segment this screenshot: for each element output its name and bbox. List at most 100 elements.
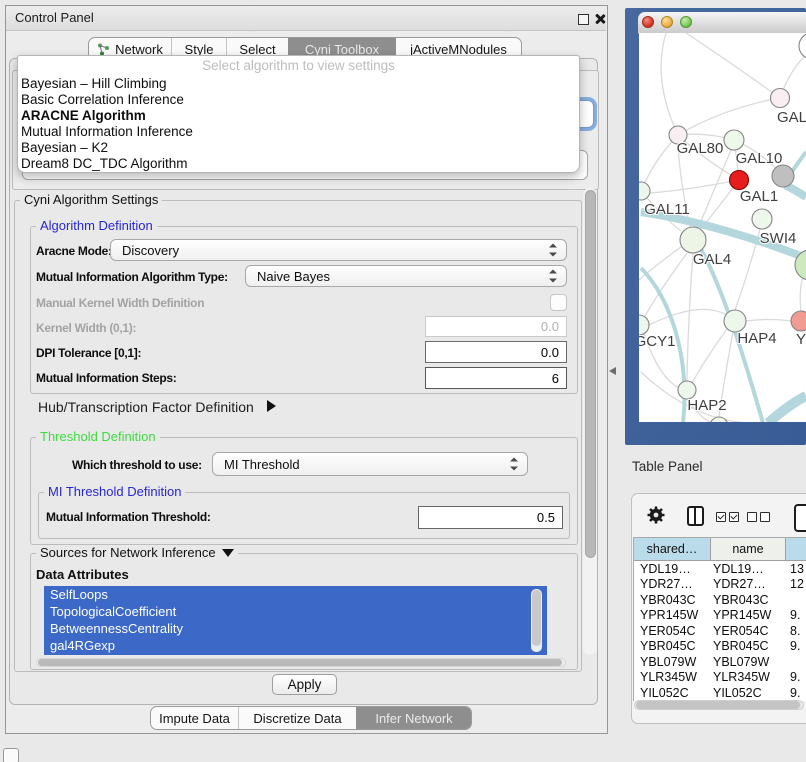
mac-minimize-light[interactable] xyxy=(661,16,673,28)
data-attributes-list[interactable]: SelfLoopsTopologicalCoefficientBetweenne… xyxy=(44,586,547,655)
column-browser-icon[interactable] xyxy=(687,506,704,526)
mi-steps-input[interactable]: 6 xyxy=(425,367,567,389)
which-threshold-value: MI Threshold xyxy=(224,453,300,475)
table-header-row: shared…nameA xyxy=(634,538,806,561)
mi-type-value: Naive Bayes xyxy=(257,266,330,286)
network-node[interactable] xyxy=(680,227,706,253)
apply-button[interactable]: Apply xyxy=(272,674,337,695)
select-all-columns-icon[interactable] xyxy=(716,512,742,522)
network-node[interactable] xyxy=(772,165,794,187)
bottom-tab-bar: Impute DataDiscretize DataInfer Network xyxy=(150,706,472,730)
network-node-label: GAL xyxy=(777,109,806,126)
sources-hscrollbar-thumb[interactable] xyxy=(38,659,562,666)
sources-group-label[interactable]: Sources for Network Inference xyxy=(36,546,238,559)
float-window-icon[interactable] xyxy=(578,14,589,25)
network-edge[interactable] xyxy=(661,33,678,135)
table-column-header[interactable]: shared… xyxy=(634,538,711,560)
table-column-header[interactable]: A xyxy=(786,538,806,560)
app-root: Control Panel NetworkStyleSelectCyni Too… xyxy=(0,0,806,762)
dropdown-item[interactable]: Dream8 DC_TDC Algorithm xyxy=(18,156,579,172)
table-row[interactable]: YIL052CYIL052C9. xyxy=(634,685,806,701)
mi-type-combo[interactable]: Naive Bayes xyxy=(245,265,567,287)
kernel-width-input[interactable]: 0.0 xyxy=(425,316,567,337)
table-cell: YBR045C xyxy=(634,639,711,653)
network-edge[interactable] xyxy=(746,320,791,322)
network-node[interactable] xyxy=(710,417,728,422)
sources-collapse-arrow-icon[interactable] xyxy=(222,549,234,557)
network-node[interactable] xyxy=(730,171,749,190)
network-node[interactable] xyxy=(639,182,650,200)
data-attribute-item[interactable]: SelfLoops xyxy=(44,586,547,603)
network-node[interactable] xyxy=(771,89,790,108)
network-edge[interactable] xyxy=(687,253,693,381)
which-threshold-label: Which threshold to use: xyxy=(72,458,202,472)
which-threshold-combo[interactable]: MI Threshold xyxy=(212,452,528,476)
new-column-icon[interactable] xyxy=(794,504,806,532)
close-icon[interactable] xyxy=(594,13,606,25)
threshold-definition-label: Threshold Definition xyxy=(36,430,160,443)
data-attribute-item[interactable]: TopologicalCoefficient xyxy=(44,603,547,620)
dropdown-item[interactable]: Bayesian – Hill Climbing xyxy=(18,76,579,92)
deselect-all-columns-icon[interactable] xyxy=(747,512,773,522)
mac-zoom-light[interactable] xyxy=(680,16,692,28)
table-panel-title: Table Panel xyxy=(632,459,703,474)
network-edge[interactable] xyxy=(650,180,739,193)
algorithm-definition-label: Algorithm Definition xyxy=(36,219,157,232)
network-node[interactable] xyxy=(791,311,806,331)
settings-scrollbar-thumb[interactable] xyxy=(585,190,596,558)
minimized-panel-icon[interactable] xyxy=(3,748,19,762)
network-canvas[interactable]: GALGAL80GAL10GAL1GAL11SWI4GAL4GCY1HAP4YH… xyxy=(639,33,806,422)
aracne-mode-combo[interactable]: Discovery xyxy=(110,239,567,261)
mac-close-light[interactable] xyxy=(642,16,654,28)
network-edge[interactable] xyxy=(768,396,806,422)
control-panel-titlebar[interactable]: Control Panel xyxy=(6,6,606,31)
data-attribute-item[interactable]: gal4RGexp xyxy=(44,637,547,654)
network-edge[interactable] xyxy=(649,309,727,325)
network-node-label: GAL80 xyxy=(677,140,724,157)
dpi-tolerance-input[interactable]: 0.0 xyxy=(425,341,567,363)
gear-icon[interactable] xyxy=(646,505,666,525)
table-cell: YBL079W xyxy=(634,655,711,669)
table-row[interactable]: YPR145WYPR145W9. xyxy=(634,608,806,624)
hub-expand-arrow-icon[interactable] xyxy=(267,400,276,412)
table-row[interactable]: YDR27…YDR27…12 xyxy=(634,577,806,593)
table-row[interactable]: YER054CYER054C8. xyxy=(634,623,806,639)
tab-discretize-data[interactable]: Discretize Data xyxy=(238,707,356,729)
list-scrollbar-thumb[interactable] xyxy=(532,590,541,646)
manual-kernel-checkbox[interactable] xyxy=(550,294,567,311)
dropdown-item[interactable]: Mutual Information Inference xyxy=(18,124,579,140)
table-cell: YBR045C xyxy=(711,639,786,653)
network-edge[interactable] xyxy=(692,329,727,383)
table-row[interactable]: YBR045CYBR045C9. xyxy=(634,639,806,655)
table-cell: 8. xyxy=(786,624,806,638)
network-node[interactable] xyxy=(724,130,744,150)
dropdown-item[interactable]: Bayesian – K2 xyxy=(18,140,579,156)
hub-definition-label[interactable]: Hub/Transcription Factor Definition xyxy=(38,399,254,415)
network-node-label: Y xyxy=(796,331,806,348)
table-row[interactable]: YLR345WYLR345W9. xyxy=(634,670,806,686)
tab-impute-data[interactable]: Impute Data xyxy=(151,707,238,729)
data-attribute-item[interactable]: BetweennessCentrality xyxy=(44,620,547,637)
network-edge[interactable] xyxy=(678,98,780,135)
network-edge[interactable] xyxy=(785,185,806,197)
dropdown-item[interactable]: ARACNE Algorithm xyxy=(18,108,579,124)
dropdown-item[interactable]: Basic Correlation Inference xyxy=(18,92,579,108)
network-edge[interactable] xyxy=(686,33,780,98)
tab-infer-network[interactable]: Infer Network xyxy=(356,707,471,729)
table-row[interactable]: YBR043CYBR043C xyxy=(634,592,806,608)
network-node[interactable] xyxy=(799,33,806,59)
table-hscrollbar-thumb[interactable] xyxy=(636,701,800,709)
table-cell: YIL052C xyxy=(634,686,711,700)
network-node[interactable] xyxy=(752,209,772,229)
mi-threshold-input[interactable]: 0.5 xyxy=(418,506,563,529)
network-node[interactable] xyxy=(724,310,746,332)
table-row[interactable]: YBL079WYBL079W xyxy=(634,654,806,670)
network-node-label: HAP4 xyxy=(737,330,776,347)
dropdown-placeholder: Select algorithm to view settings xyxy=(18,56,579,76)
table-cell: 9. xyxy=(786,639,806,653)
network-node[interactable] xyxy=(639,315,649,335)
network-edge[interactable] xyxy=(641,135,678,191)
table-column-header[interactable]: name xyxy=(711,538,786,560)
table-row[interactable]: YDL19…YDL19…13 xyxy=(634,561,806,577)
table-cell: YDL19… xyxy=(711,562,786,576)
